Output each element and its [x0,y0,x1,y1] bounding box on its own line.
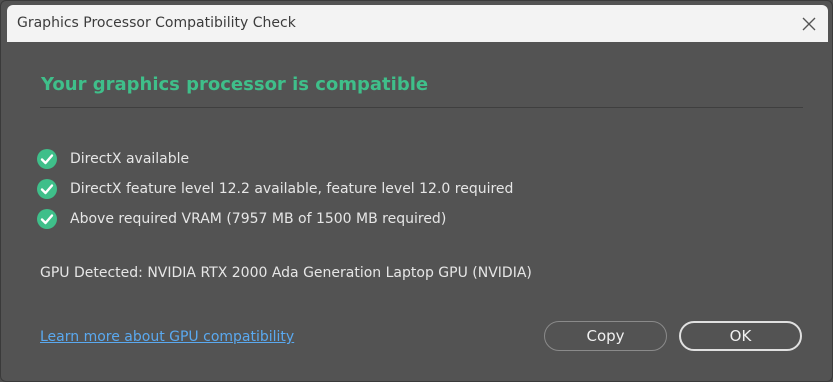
check-label: Above required VRAM (7957 MB of 1500 MB … [70,211,447,227]
ok-button[interactable]: OK [679,321,802,351]
check-circle-icon [37,149,57,169]
gpu-detected-text: GPU Detected: NVIDIA RTX 2000 Ada Genera… [40,265,532,281]
status-heading: Your graphics processor is compatible [41,74,429,95]
divider [40,107,803,108]
title-bar: Graphics Processor Compatibility Check [7,5,828,42]
compatibility-dialog: Graphics Processor Compatibility Check Y… [0,0,833,382]
check-item: Above required VRAM (7957 MB of 1500 MB … [37,207,446,231]
check-circle-icon [37,179,57,199]
check-circle-icon [37,209,57,229]
check-label: DirectX feature level 12.2 available, fe… [70,181,514,197]
copy-button[interactable]: Copy [544,321,667,351]
close-icon [802,17,816,31]
window-title: Graphics Processor Compatibility Check [17,15,296,31]
dialog-body: Your graphics processor is compatible Di… [7,42,828,377]
check-item: DirectX available [37,147,189,171]
close-button[interactable] [798,13,820,35]
learn-more-link[interactable]: Learn more about GPU compatibility [40,329,294,345]
check-label: DirectX available [70,151,190,167]
check-item: DirectX feature level 12.2 available, fe… [37,177,513,201]
